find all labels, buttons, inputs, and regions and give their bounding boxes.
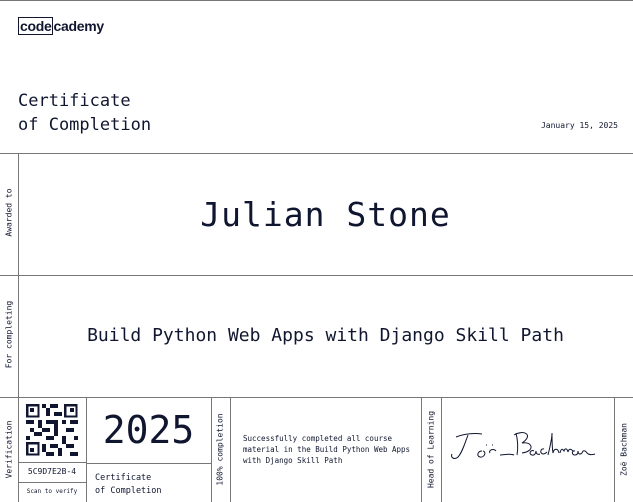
course-name: Build Python Web Apps with Django Skill … bbox=[87, 325, 564, 346]
recipient-name: Julian Stone bbox=[200, 195, 451, 234]
completion-year: 2025 bbox=[102, 408, 195, 452]
completion-label: 100% completion bbox=[215, 413, 225, 486]
codecademy-logo: code cademy bbox=[18, 17, 104, 35]
cert-line-1: Certificate bbox=[95, 473, 152, 483]
cert-line-2: of Completion bbox=[95, 486, 162, 496]
verification-code: 5C9D7E2B-4 bbox=[27, 467, 77, 476]
for-completing-label: For completing bbox=[4, 300, 14, 369]
verification-label: Verification bbox=[4, 420, 14, 479]
title-line-2: of Completion bbox=[18, 115, 152, 135]
title-line-1: Certificate bbox=[18, 91, 131, 111]
certificate-small-title: Certificate of Completion bbox=[95, 472, 162, 498]
logo-cademy: cademy bbox=[53, 18, 104, 34]
head-of-learning-label: Head of Learning bbox=[426, 410, 436, 489]
qr-code-icon[interactable] bbox=[26, 404, 78, 456]
scan-to-verify-label: Scan to verify bbox=[26, 488, 78, 495]
awarded-to-label: Awarded to bbox=[4, 188, 14, 237]
completion-description: Successfully completed all course materi… bbox=[243, 434, 411, 465]
signer-name: Zoë Bachman bbox=[619, 423, 629, 476]
certificate-title: Certificate of Completion bbox=[18, 89, 151, 137]
signature-image bbox=[451, 432, 596, 459]
logo-code: code bbox=[18, 17, 54, 35]
issue-date: January 15, 2025 bbox=[540, 121, 618, 130]
